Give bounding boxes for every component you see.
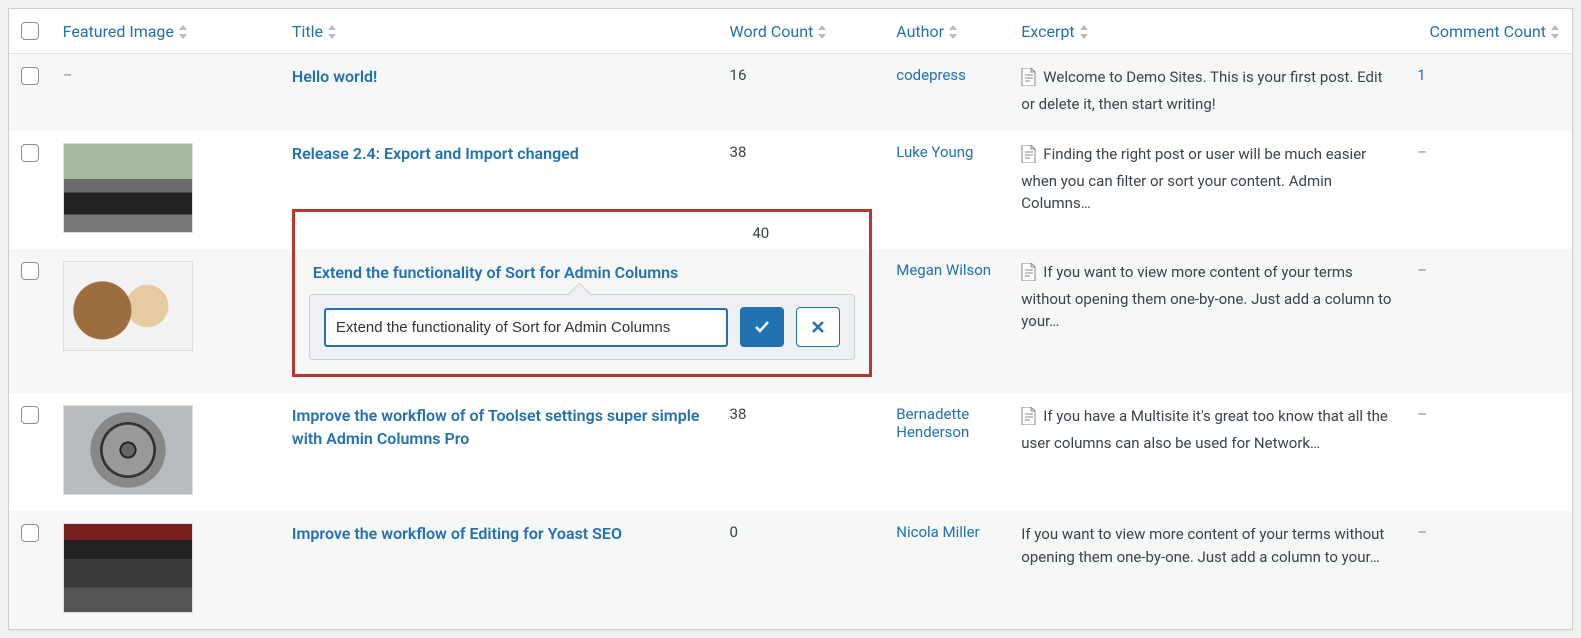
table-row: Improve the workflow of Editing for Yoas…	[9, 511, 1572, 629]
word-count-value: 16	[730, 66, 747, 84]
no-image-dash: –	[63, 66, 73, 84]
inline-edit-confirm-button[interactable]	[740, 307, 784, 347]
table-row: Improve the workflow of of Toolset setti…	[9, 393, 1572, 511]
column-header-title[interactable]: Title	[292, 22, 337, 41]
sort-icon	[1550, 25, 1560, 39]
column-header-comment-count[interactable]: Comment Count	[1429, 22, 1560, 41]
comment-count-link[interactable]: 1	[1417, 66, 1425, 84]
post-title-link[interactable]: Improve the workflow of Editing for Yoas…	[292, 523, 622, 545]
column-header-excerpt[interactable]: Excerpt	[1021, 22, 1088, 41]
row-checkbox[interactable]	[21, 406, 39, 424]
author-link[interactable]: codepress	[896, 66, 966, 84]
inline-edit-input[interactable]	[324, 308, 728, 347]
comment-count-value: –	[1417, 261, 1427, 279]
page-icon	[1021, 68, 1037, 93]
column-header-author[interactable]: Author	[896, 22, 958, 41]
table-row: – Hello world! 16 codepress Welcome to Demo …	[9, 54, 1572, 132]
page-icon	[1021, 263, 1037, 288]
author-link[interactable]: Luke Young	[896, 143, 973, 161]
column-header-featured-image[interactable]: Featured Image	[63, 22, 188, 41]
post-title-link[interactable]: Release 2.4: Export and Import changed	[292, 143, 579, 165]
posts-table: Featured Image Title Word Count Author E…	[9, 9, 1572, 629]
excerpt-text: Finding the right post or user will be m…	[1021, 145, 1366, 212]
author-link[interactable]: Megan Wilson	[896, 261, 991, 279]
sort-icon	[1079, 25, 1089, 39]
word-count-value: 38	[730, 143, 747, 161]
word-count-value: 40	[752, 224, 769, 242]
author-link[interactable]: Bernadette Henderson	[896, 405, 969, 441]
table-row: Extend the functionality of Sort for Adm…	[9, 249, 1572, 393]
sort-icon	[948, 25, 958, 39]
word-count-value: 38	[730, 405, 747, 423]
inline-edit-highlight: Extend the functionality of Sort for Adm…	[292, 209, 872, 377]
row-checkbox[interactable]	[21, 144, 39, 162]
page-icon	[1021, 145, 1037, 170]
inline-edit-panel	[309, 294, 855, 360]
row-checkbox[interactable]	[21, 67, 39, 85]
post-title-link[interactable]: Improve the workflow of of Toolset setti…	[292, 405, 706, 450]
excerpt-text: If you want to view more content of your…	[1021, 525, 1384, 566]
comment-count-value: –	[1417, 405, 1427, 423]
featured-image-thumbnail[interactable]	[63, 405, 193, 495]
row-checkbox[interactable]	[21, 524, 39, 542]
page-icon	[1021, 407, 1037, 432]
row-checkbox[interactable]	[21, 262, 39, 280]
featured-image-thumbnail[interactable]	[63, 523, 193, 613]
sort-icon	[327, 25, 337, 39]
check-icon	[754, 319, 770, 335]
post-title-link[interactable]: Extend the functionality of Sort for Adm…	[313, 262, 678, 284]
column-header-word-count[interactable]: Word Count	[730, 22, 828, 41]
sort-icon	[178, 25, 188, 39]
post-title-link[interactable]: Hello world!	[292, 66, 377, 88]
excerpt-text: If you want to view more content of your…	[1021, 263, 1391, 330]
close-icon	[811, 320, 825, 334]
excerpt-text: Welcome to Demo Sites. This is your firs…	[1021, 68, 1382, 113]
posts-table-wrap: Featured Image Title Word Count Author E…	[8, 8, 1573, 630]
author-link[interactable]: Nicola Miller	[896, 523, 979, 541]
word-count-value: 0	[730, 523, 738, 541]
featured-image-thumbnail[interactable]	[63, 261, 193, 351]
select-all-checkbox[interactable]	[21, 22, 39, 40]
excerpt-text: If you have a Multisite it's great too k…	[1021, 407, 1388, 452]
comment-count-value: –	[1417, 143, 1427, 161]
sort-icon	[817, 25, 827, 39]
inline-edit-cancel-button[interactable]	[796, 307, 840, 347]
featured-image-thumbnail[interactable]	[63, 143, 193, 233]
comment-count-value: –	[1417, 523, 1427, 541]
